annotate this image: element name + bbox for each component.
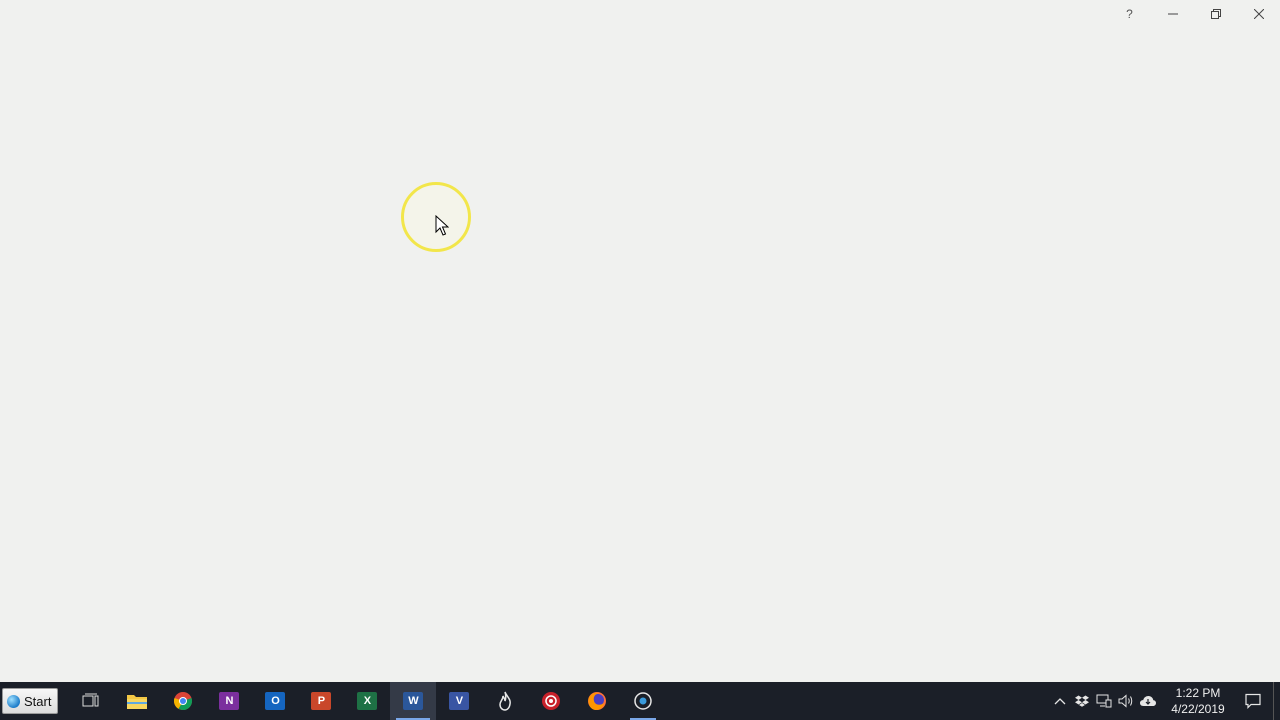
taskbar-task-view[interactable] xyxy=(68,682,114,720)
tray-volume[interactable] xyxy=(1115,682,1137,720)
firefox-icon xyxy=(588,692,607,710)
taskbar-recorder[interactable] xyxy=(620,682,666,720)
tray-dropbox[interactable] xyxy=(1071,682,1093,720)
taskbar-visio[interactable]: V xyxy=(436,682,482,720)
window-controls: ? xyxy=(1108,0,1280,28)
taskbar-word[interactable]: W xyxy=(390,682,437,720)
excel-icon: X xyxy=(357,692,378,710)
taskbar-excel[interactable]: X xyxy=(344,682,390,720)
chevron-up-icon xyxy=(1054,698,1066,705)
tray-overflow-button[interactable] xyxy=(1049,682,1071,720)
close-icon xyxy=(1253,9,1264,19)
start-label: Start xyxy=(24,693,52,709)
app-window: ? xyxy=(0,0,1280,682)
close-button[interactable] xyxy=(1237,0,1280,28)
recorder-icon xyxy=(634,692,653,710)
minimize-button[interactable] xyxy=(1151,0,1194,28)
system-tray: 1:22 PM 4/22/2019 xyxy=(1049,682,1280,720)
onedrive-icon xyxy=(1140,696,1156,706)
taskbar-flame-app[interactable] xyxy=(482,682,528,720)
notification-icon xyxy=(1245,693,1261,709)
tray-onedrive[interactable] xyxy=(1137,682,1159,720)
dropbox-icon xyxy=(1075,695,1089,707)
clock-date: 4/22/2019 xyxy=(1171,702,1225,716)
taskbar-chrome[interactable] xyxy=(160,682,206,720)
red-badge-icon xyxy=(542,692,561,710)
restore-icon xyxy=(1210,9,1221,19)
start-orb-icon xyxy=(7,694,20,708)
taskbar-powerpoint[interactable]: P xyxy=(298,682,344,720)
folder-icon xyxy=(127,695,148,709)
taskbar-clock[interactable]: 1:22 PM 4/22/2019 xyxy=(1163,685,1233,717)
taskbar-red-app[interactable] xyxy=(528,682,574,720)
task-view-icon xyxy=(82,693,99,707)
taskbar-onenote[interactable]: N xyxy=(206,682,252,720)
volume-icon xyxy=(1118,694,1133,708)
flame-icon xyxy=(499,691,512,711)
network-icon xyxy=(1096,694,1112,708)
visio-icon: V xyxy=(449,692,470,710)
restore-button[interactable] xyxy=(1194,0,1237,28)
taskbar-outlook[interactable]: O xyxy=(252,682,298,720)
mouse-pointer-icon xyxy=(435,215,449,236)
outlook-icon: O xyxy=(265,692,286,710)
tray-network[interactable] xyxy=(1093,682,1115,720)
powerpoint-icon: P xyxy=(311,692,332,710)
chrome-icon xyxy=(174,692,193,711)
taskbar: Start N O P X W V 1:22 PM 4/22/2019 xyxy=(0,682,1280,720)
taskbar-file-explorer[interactable] xyxy=(114,682,160,720)
clock-time: 1:22 PM xyxy=(1175,686,1221,700)
show-desktop-button[interactable] xyxy=(1273,682,1280,720)
taskbar-apps: N O P X W V xyxy=(68,682,666,720)
action-center-button[interactable] xyxy=(1233,682,1273,720)
word-icon: W xyxy=(403,692,424,710)
start-button[interactable]: Start xyxy=(2,688,59,714)
taskbar-firefox[interactable] xyxy=(574,682,620,720)
minimize-icon xyxy=(1167,13,1178,15)
onenote-icon: N xyxy=(219,692,240,710)
help-button[interactable]: ? xyxy=(1108,0,1151,28)
